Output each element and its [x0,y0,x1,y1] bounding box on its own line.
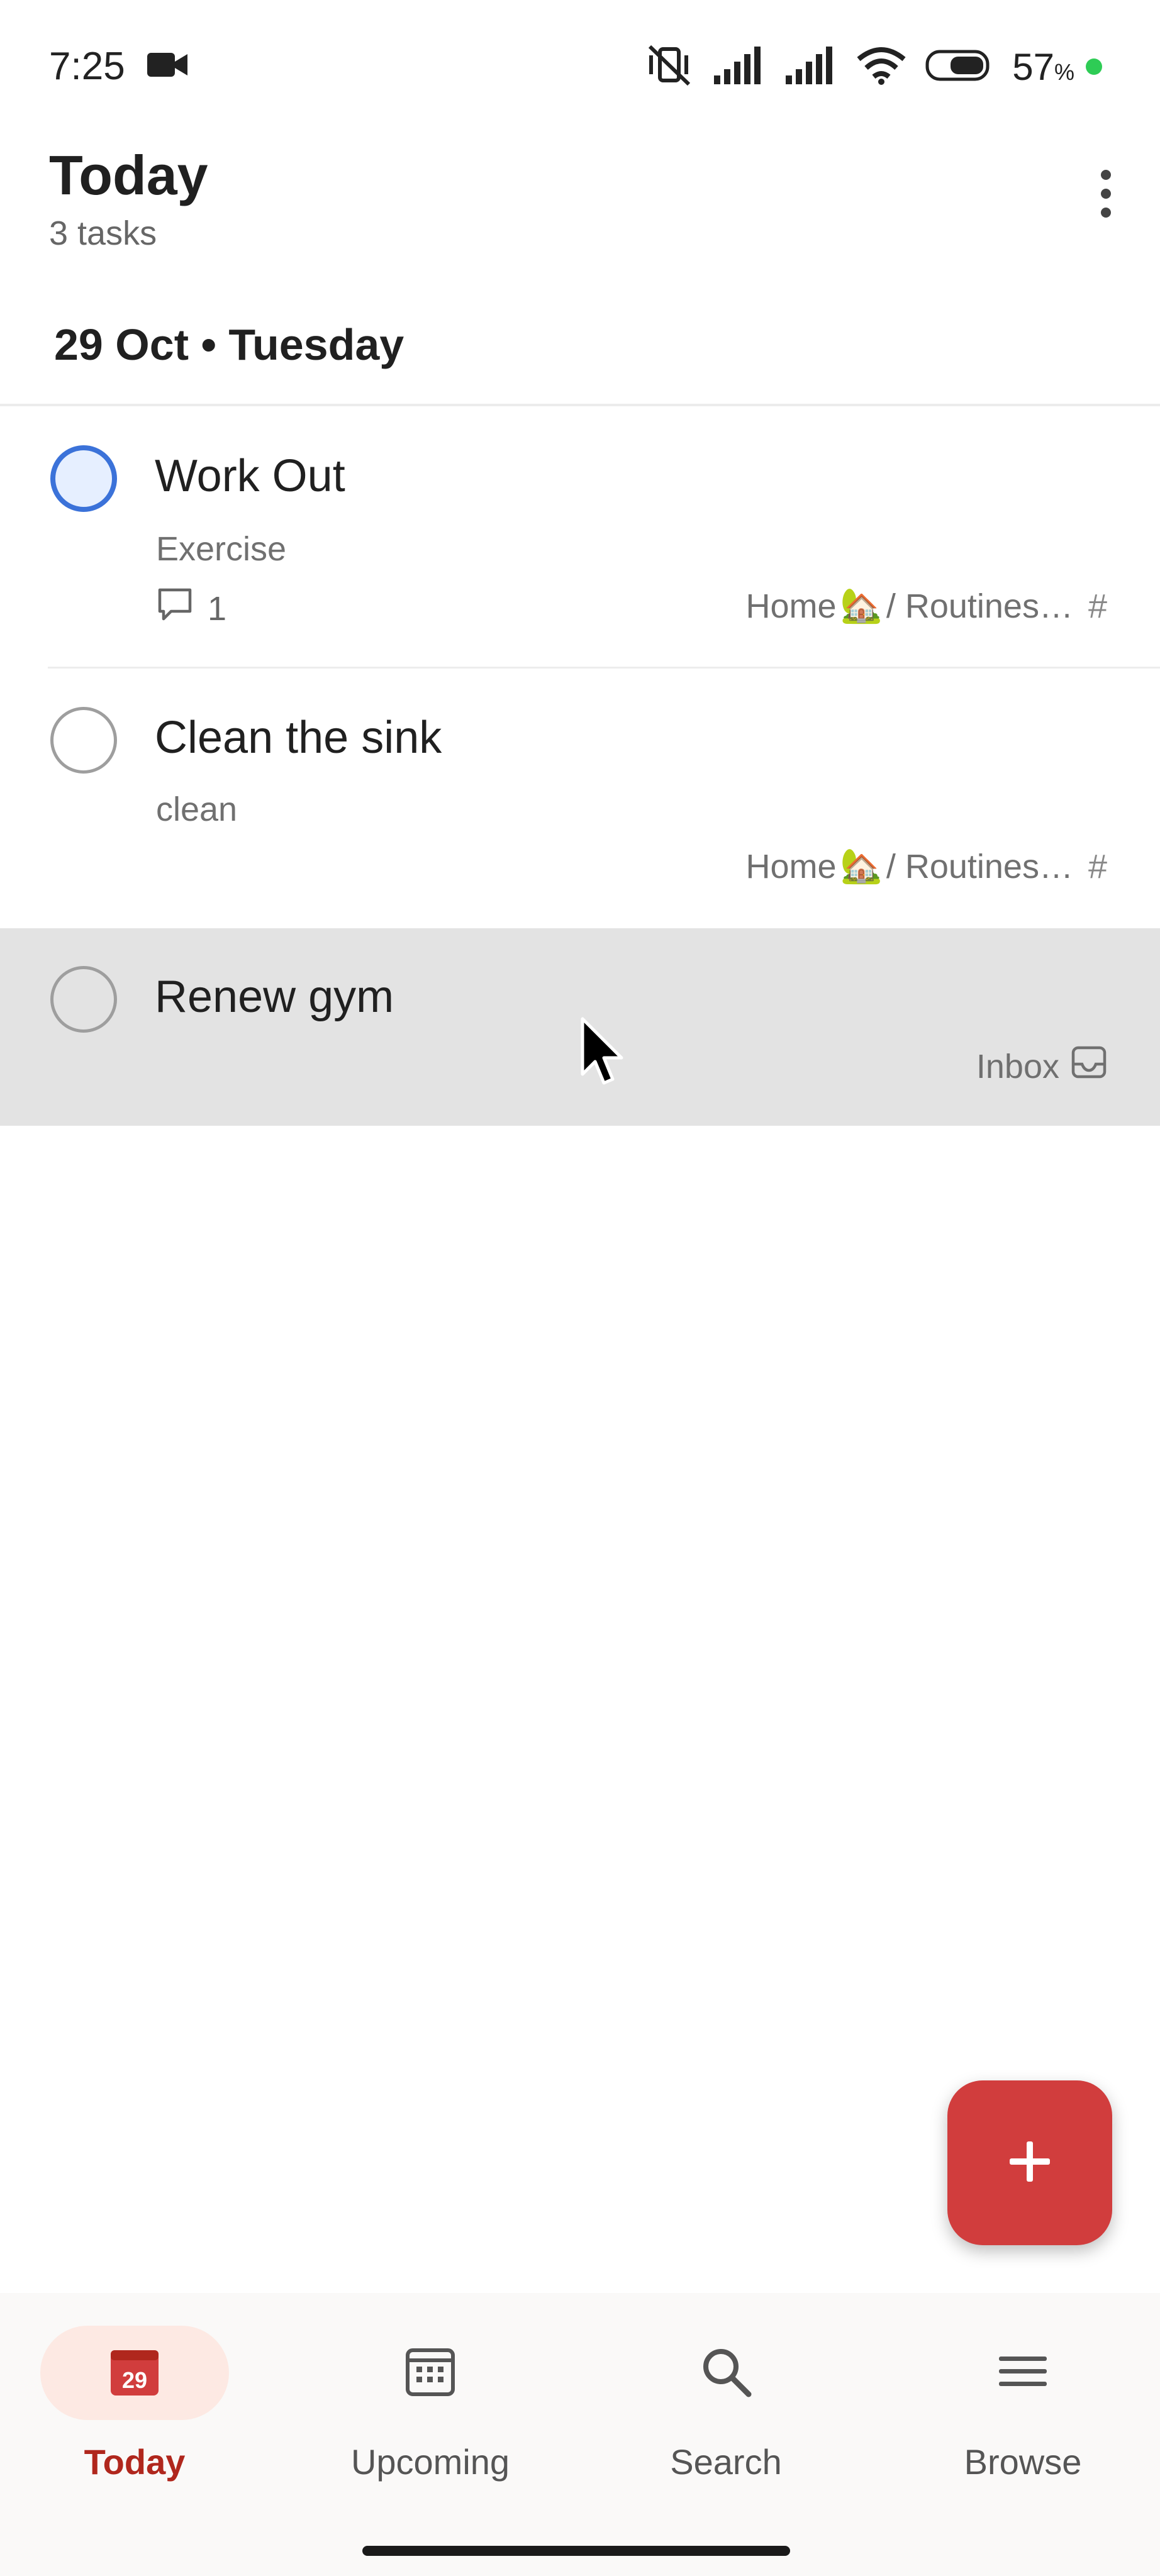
more-dot [1101,170,1111,180]
project-hash-icon: # [1088,847,1107,886]
status-indicators: 57% [645,42,1102,92]
section-name: / Routines… [886,587,1073,625]
app-screen: 7:25 57% Today 3 tasks 29 Oct • Tuesday … [0,0,1160,2576]
vibrate-off-icon [645,43,694,91]
task-checkbox[interactable] [50,966,117,1033]
nav-label: Browse [964,2442,1082,2482]
more-dot [1101,189,1111,199]
page-title: Today [49,144,208,206]
comment-count: 1 [208,589,227,628]
svg-text:29: 29 [122,2367,147,2393]
signal-icon-2 [784,45,837,89]
battery-icon [925,50,993,84]
house-icon: 🏡 [840,847,883,885]
more-dot [1101,208,1111,218]
project-name: Home [745,587,837,625]
plus-icon [1006,2138,1054,2189]
add-task-button[interactable] [947,2080,1112,2245]
privacy-indicator-dot [1086,58,1102,75]
comment-icon [156,586,194,631]
wifi-icon [856,45,906,89]
search-icon [700,2345,752,2401]
project-name: Home [745,847,837,886]
status-bar: 7:25 57% [0,0,1160,132]
task-checkbox[interactable] [50,445,117,512]
date-section-header: 29 Oct • Tuesday [54,320,404,369]
section-name: / Routines… [886,847,1073,886]
menu-icon [996,2345,1049,2401]
task-description: Exercise [156,530,287,568]
nav-icon-container: 29 [40,2326,229,2420]
house-icon: 🏡 [840,587,883,625]
video-camera-icon [146,50,190,82]
nav-icon-container [336,2326,525,2420]
task-item[interactable]: Clean the sink clean Home 🏡 / Routines… … [0,669,1160,928]
task-item[interactable]: Work Out Exercise 1 Home 🏡 / Routines… # [0,406,1160,668]
task-title: Work Out [155,451,345,501]
calendar-grid-icon [404,2345,457,2401]
battery-percent: 57% [1012,45,1074,88]
task-count: 3 tasks [49,214,157,252]
inbox-icon [1071,1045,1107,1087]
task-comments[interactable]: 1 [156,586,226,631]
nav-browse[interactable]: Browse [929,2326,1117,2489]
project-hash-icon: # [1088,587,1107,625]
signal-icon [713,45,766,89]
task-description: clean [156,791,238,828]
nav-upcoming[interactable]: Upcoming [336,2326,525,2489]
status-time: 7:25 [49,45,125,88]
task-title: Renew gym [155,972,394,1022]
calendar-today-icon: 29 [108,2345,161,2401]
home-indicator[interactable] [362,2546,790,2556]
nav-icon-container [632,2326,820,2420]
nav-today[interactable]: 29 Today [40,2326,229,2489]
nav-label: Search [670,2442,782,2482]
nav-search[interactable]: Search [632,2326,820,2489]
task-project[interactable]: Home 🏡 / Routines… # [746,586,1107,626]
bottom-navigation: 29 Today Upcoming Search Browse [0,2293,1160,2576]
more-options-button[interactable] [1081,162,1131,225]
nav-label: Upcoming [350,2442,510,2482]
project-name: Inbox [976,1047,1059,1085]
task-project[interactable]: Home 🏡 / Routines… # [746,847,1107,886]
nav-icon-container [929,2326,1117,2420]
mouse-cursor-icon [579,1016,629,1092]
task-project[interactable]: Inbox [976,1045,1107,1087]
divider [48,667,1160,669]
task-title: Clean the sink [155,713,442,763]
nav-label: Today [84,2442,186,2482]
task-checkbox[interactable] [50,707,117,774]
